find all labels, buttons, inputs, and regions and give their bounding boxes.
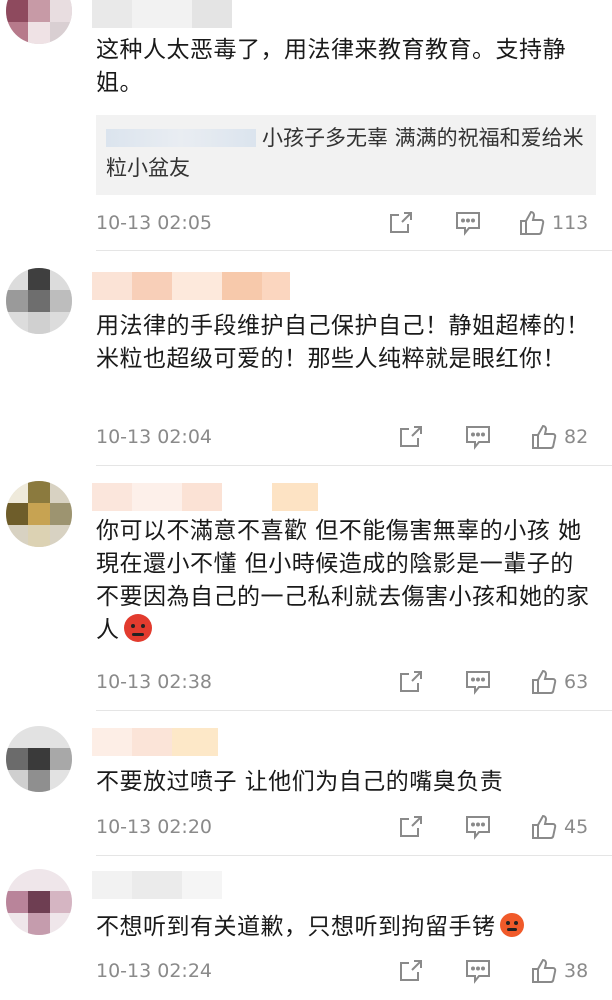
like-count: 45	[564, 816, 589, 838]
avatar[interactable]	[6, 726, 72, 792]
like-count: 82	[564, 426, 589, 448]
comment-text: 你可以不滿意不喜歡 但不能傷害無辜的小孩 她現在還小不懂 但小時候造成的陰影是一…	[96, 515, 596, 647]
comment-item: 不想听到有关道歉，只想听到拘留手铐 10-13 02:24 38	[0, 855, 612, 1000]
comment-item: 这种人太恶毒了，用法律来教育教育。支持静姐。 小孩子多无辜 满满的祝福和爱给米粒…	[0, 0, 612, 250]
avatar[interactable]	[6, 268, 72, 334]
comment-time: 10-13 02:38	[96, 671, 213, 693]
comment-icon	[456, 212, 480, 236]
reply-quote[interactable]: 小孩子多无辜 满满的祝福和爱给米粒小盆友	[96, 115, 596, 195]
comment-icon	[466, 960, 490, 984]
reply-button[interactable]	[464, 667, 492, 697]
comment-text: 这种人太恶毒了，用法律来教育教育。支持静姐。	[96, 37, 566, 96]
comment-time: 10-13 02:20	[96, 816, 213, 838]
like-button[interactable]: 113	[518, 208, 588, 238]
share-icon	[400, 960, 422, 981]
thumbs-up-icon	[532, 958, 557, 983]
comment-meta: 10-13 02:04 82	[96, 422, 596, 452]
username-blurred[interactable]	[92, 728, 218, 756]
username-blurred[interactable]	[92, 0, 232, 28]
angry-face-icon	[499, 913, 524, 937]
reply-button[interactable]	[454, 208, 482, 238]
comment-time: 10-13 02:04	[96, 426, 213, 448]
like-count: 63	[564, 671, 589, 693]
like-button[interactable]: 45	[530, 812, 588, 842]
avatar[interactable]	[6, 869, 72, 935]
thumbs-up-icon	[532, 669, 557, 694]
comment-meta: 10-13 02:20 45	[96, 812, 596, 842]
avatar[interactable]	[6, 481, 72, 547]
quoted-username-blurred	[106, 129, 256, 147]
comment-icon	[466, 426, 490, 450]
comment-meta: 10-13 02:05 113	[96, 208, 596, 238]
share-button[interactable]	[398, 667, 424, 697]
thumbs-up-icon	[532, 814, 557, 839]
avatar[interactable]	[6, 0, 72, 44]
comment-item: 用法律的手段维护自己保护自己！静姐超棒的！米粒也超级可爱的！那些人纯粹就是眼红你…	[0, 250, 612, 465]
comment-time: 10-13 02:05	[96, 212, 213, 234]
comment-text: 用法律的手段维护自己保护自己！静姐超棒的！米粒也超级可爱的！那些人纯粹就是眼红你…	[96, 313, 590, 372]
thumbs-up-icon	[532, 424, 557, 449]
like-count: 113	[552, 212, 589, 234]
share-icon	[400, 671, 422, 692]
share-button[interactable]	[398, 422, 424, 452]
thumbs-up-icon	[520, 210, 545, 235]
username-blurred[interactable]	[92, 483, 318, 511]
comment-icon	[466, 671, 490, 695]
share-icon	[390, 212, 412, 233]
angry-face-icon	[123, 614, 152, 642]
username-blurred[interactable]	[92, 871, 222, 899]
comment-meta: 10-13 02:38 63	[96, 667, 596, 697]
share-button[interactable]	[398, 956, 424, 986]
comment-time: 10-13 02:24	[96, 960, 213, 982]
comment-icon	[466, 816, 490, 840]
share-button[interactable]	[398, 812, 424, 842]
comment-text: 不想听到有关道歉，只想听到拘留手铐	[96, 911, 596, 944]
reply-button[interactable]	[464, 812, 492, 842]
reply-button[interactable]	[464, 422, 492, 452]
share-icon	[400, 426, 422, 447]
comment-text-body: 你可以不滿意不喜歡 但不能傷害無辜的小孩 她現在還小不懂 但小時候造成的陰影是一…	[96, 518, 590, 643]
like-button[interactable]: 82	[530, 422, 588, 452]
comment-item: 你可以不滿意不喜歡 但不能傷害無辜的小孩 她現在還小不懂 但小時候造成的陰影是一…	[0, 465, 612, 710]
like-button[interactable]: 63	[530, 667, 588, 697]
comment-meta: 10-13 02:24 38	[96, 956, 596, 986]
like-count: 38	[564, 960, 589, 982]
like-button[interactable]: 38	[530, 956, 588, 986]
comment-text: 不要放过喷子 让他们为自己的嘴臭负责	[96, 769, 504, 795]
username-blurred[interactable]	[92, 272, 290, 300]
share-icon	[400, 816, 422, 837]
comment-text-body: 不想听到有关道歉，只想听到拘留手铐	[96, 914, 496, 940]
share-button[interactable]	[388, 208, 414, 238]
reply-button[interactable]	[464, 956, 492, 986]
comment-item: 不要放过喷子 让他们为自己的嘴臭负责 10-13 02:20 45	[0, 710, 612, 855]
